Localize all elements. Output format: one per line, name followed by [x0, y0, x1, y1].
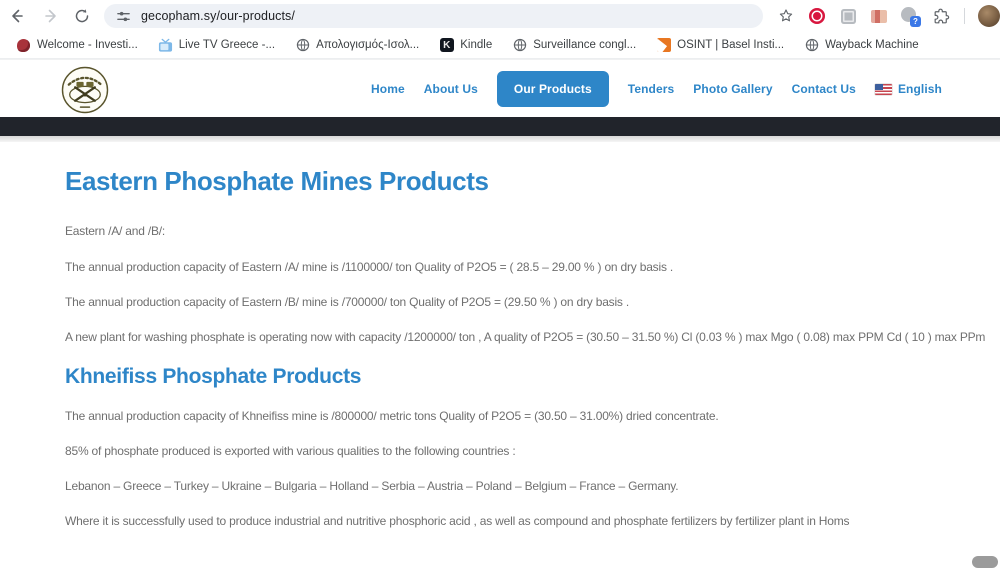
- kindle-icon: K: [439, 38, 454, 53]
- bookmark-wayback[interactable]: Wayback Machine: [796, 35, 927, 56]
- site-info-icon[interactable]: [116, 9, 131, 24]
- tv-icon: [158, 38, 173, 53]
- address-bar[interactable]: gecopham.sy/our-products/: [104, 4, 763, 28]
- gecopham-logo[interactable]: [58, 63, 112, 117]
- scroll-to-top-button[interactable]: [972, 556, 998, 568]
- bookmark-live-tv[interactable]: Live TV Greece -...: [150, 35, 283, 56]
- nav-home[interactable]: Home: [371, 82, 405, 96]
- bookmark-kindle[interactable]: K Kindle: [431, 35, 500, 56]
- nav-contact-us[interactable]: Contact Us: [792, 82, 856, 96]
- hero-banner-strip: [0, 117, 1000, 136]
- browser-toolbar: gecopham.sy/our-products/ ?: [0, 0, 1000, 32]
- bookmark-welcome[interactable]: Welcome - Investi...: [8, 35, 146, 56]
- paragraph: A new plant for washing phosphate is ope…: [65, 330, 965, 345]
- red-splat-icon: [16, 38, 31, 53]
- page-content: Eastern Phosphate Mines Products Eastern…: [65, 166, 965, 549]
- extension-badged-icon[interactable]: ?: [901, 7, 919, 25]
- reload-icon: [74, 8, 90, 24]
- toolbar-divider: [964, 8, 965, 24]
- nav-about-us[interactable]: About Us: [424, 82, 478, 96]
- nav-tenders[interactable]: Tenders: [628, 82, 675, 96]
- nav-photo-gallery[interactable]: Photo Gallery: [693, 82, 772, 96]
- extensions-puzzle-icon[interactable]: [932, 7, 951, 26]
- bookmark-surveillance[interactable]: Surveillance congl...: [504, 35, 644, 56]
- paragraph: Eastern /A/ and /B/:: [65, 224, 965, 239]
- section-heading-eastern: Eastern Phosphate Mines Products: [65, 166, 965, 197]
- paragraph: Where it is successfully used to produce…: [65, 514, 965, 529]
- globe-icon: [804, 38, 819, 53]
- extension-badge: ?: [910, 16, 921, 27]
- bookmark-star-icon[interactable]: [777, 7, 795, 25]
- globe-icon: [512, 38, 527, 53]
- url-text[interactable]: gecopham.sy/our-products/: [141, 9, 295, 23]
- folder-icon: [656, 38, 671, 53]
- us-flag-icon: [875, 84, 892, 95]
- back-icon: [10, 8, 26, 24]
- bookmarks-bar: Welcome - Investi... Live TV Greece -...…: [0, 32, 1000, 59]
- extension-gray-icon[interactable]: [839, 7, 857, 25]
- nav-our-products[interactable]: Our Products: [497, 71, 609, 107]
- bookmark-osint[interactable]: OSINT | Basel Insti...: [648, 35, 792, 56]
- bookmark-apologismos[interactable]: Απολογισμός-Ισολ...: [287, 35, 427, 56]
- back-button[interactable]: [4, 2, 32, 30]
- reload-button[interactable]: [68, 2, 96, 30]
- extension-red-icon[interactable]: [808, 7, 826, 25]
- forward-icon: [42, 8, 58, 24]
- main-navigation: Home About Us Our Products Tenders Photo…: [371, 60, 942, 118]
- section-heading-khneifiss: Khneifiss Phosphate Products: [65, 365, 965, 389]
- extension-pixel-icon[interactable]: [870, 7, 888, 25]
- paragraph: 85% of phosphate produced is exported wi…: [65, 444, 965, 459]
- globe-icon: [295, 38, 310, 53]
- site-header: Home About Us Our Products Tenders Photo…: [0, 59, 1000, 117]
- nav-language-english[interactable]: English: [875, 82, 942, 96]
- banner-shadow: [0, 136, 1000, 142]
- paragraph: The annual production capacity of Easter…: [65, 260, 965, 275]
- paragraph: The annual production capacity of Khneif…: [65, 409, 965, 424]
- profile-avatar[interactable]: [978, 5, 1000, 27]
- forward-button[interactable]: [36, 2, 64, 30]
- paragraph: Lebanon – Greece – Turkey – Ukraine – Bu…: [65, 479, 965, 494]
- paragraph: The annual production capacity of Easter…: [65, 295, 965, 310]
- toolbar-right-cluster: ?: [777, 5, 1000, 27]
